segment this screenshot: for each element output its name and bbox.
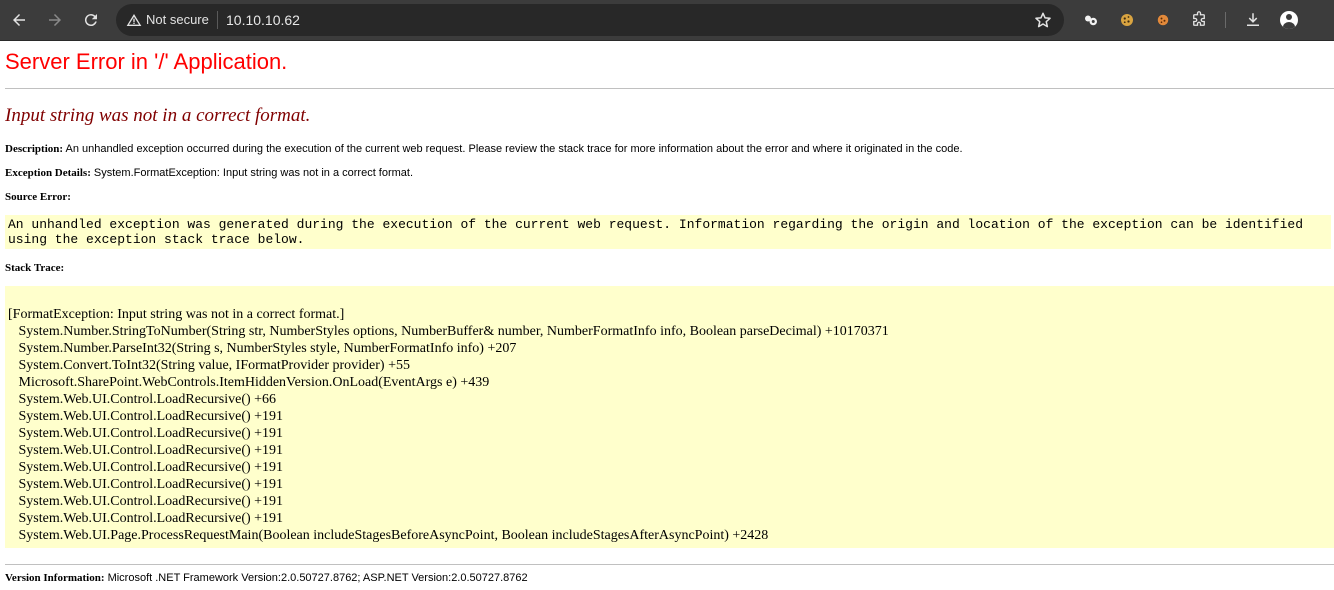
stack-line: System.Web.UI.Control.LoadRecursive() +1… (8, 494, 284, 509)
exception-text: System.FormatException: Input string was… (90, 167, 414, 179)
description: Description: An unhandled exception occu… (5, 142, 1334, 156)
stack-line: System.Number.StringToNumber(String str,… (8, 324, 889, 339)
divider (5, 564, 1334, 565)
stack-trace-heading: Stack Trace: (5, 261, 1334, 275)
exception-details: Exception Details: System.FormatExceptio… (5, 166, 1334, 180)
warning-icon[interactable] (126, 12, 142, 28)
version-label: Version Information: (5, 572, 105, 584)
page-title: Server Error in '/' Application. (5, 49, 288, 74)
cookie-icon[interactable] (1115, 8, 1139, 32)
stack-line: System.Web.UI.Control.LoadRecursive() +1… (8, 409, 284, 424)
stack-line: System.Web.UI.Control.LoadRecursive() +6… (8, 392, 277, 407)
description-label: Description: (5, 143, 64, 155)
address-bar[interactable]: Not secure 10.10.10.62 (116, 4, 1064, 36)
puzzle-icon[interactable] (1187, 8, 1211, 32)
stack-line: System.Web.UI.Control.LoadRecursive() +1… (8, 443, 284, 458)
version-text: Microsoft .NET Framework Version:2.0.507… (104, 572, 528, 584)
extension-icon[interactable] (1079, 8, 1103, 32)
description-text: An unhandled exception occurred during t… (63, 143, 963, 155)
cookie-icon[interactable] (1151, 8, 1175, 32)
download-icon[interactable] (1241, 8, 1265, 32)
browser-toolbar: Not secure 10.10.10.62 (0, 0, 1334, 41)
stack-line: System.Web.UI.Control.LoadRecursive() +1… (8, 426, 284, 441)
back-arrow-icon[interactable] (7, 8, 31, 32)
stack-line: System.Web.UI.Page.ProcessRequestMain(Bo… (8, 528, 769, 543)
stack-trace-box: [FormatException: Input string was not i… (5, 286, 1334, 548)
version-information: Version Information: Microsoft .NET Fram… (5, 571, 1334, 585)
error-page: Server Error in '/' Application. Input s… (0, 41, 1334, 585)
exception-label: Exception Details: (5, 167, 91, 179)
security-label[interactable]: Not secure (146, 12, 209, 28)
error-message: Input string was not in a correct format… (5, 105, 311, 126)
forward-arrow-icon[interactable] (43, 8, 67, 32)
toolbar-divider (1225, 12, 1226, 28)
stack-line: Microsoft.SharePoint.WebControls.ItemHid… (8, 375, 490, 390)
stack-line: [FormatException: Input string was not i… (8, 307, 345, 322)
url-text[interactable]: 10.10.10.62 (226, 11, 300, 29)
omnibox-divider (217, 11, 218, 29)
stack-line: System.Convert.ToInt32(String value, IFo… (8, 358, 410, 373)
profile-icon[interactable] (1277, 8, 1301, 32)
source-error-box: An unhandled exception was generated dur… (5, 215, 1331, 249)
source-error-label: Source Error: (5, 191, 71, 203)
star-icon[interactable] (1034, 11, 1052, 29)
stack-line: System.Web.UI.Control.LoadRecursive() +1… (8, 460, 284, 475)
stack-line: System.Number.ParseInt32(String s, Numbe… (8, 341, 517, 356)
source-error: Source Error: (5, 190, 1334, 204)
reload-icon[interactable] (79, 8, 103, 32)
stack-line: System.Web.UI.Control.LoadRecursive() +1… (8, 511, 284, 526)
stack-trace-label: Stack Trace: (5, 262, 65, 274)
stack-line: System.Web.UI.Control.LoadRecursive() +1… (8, 477, 284, 492)
